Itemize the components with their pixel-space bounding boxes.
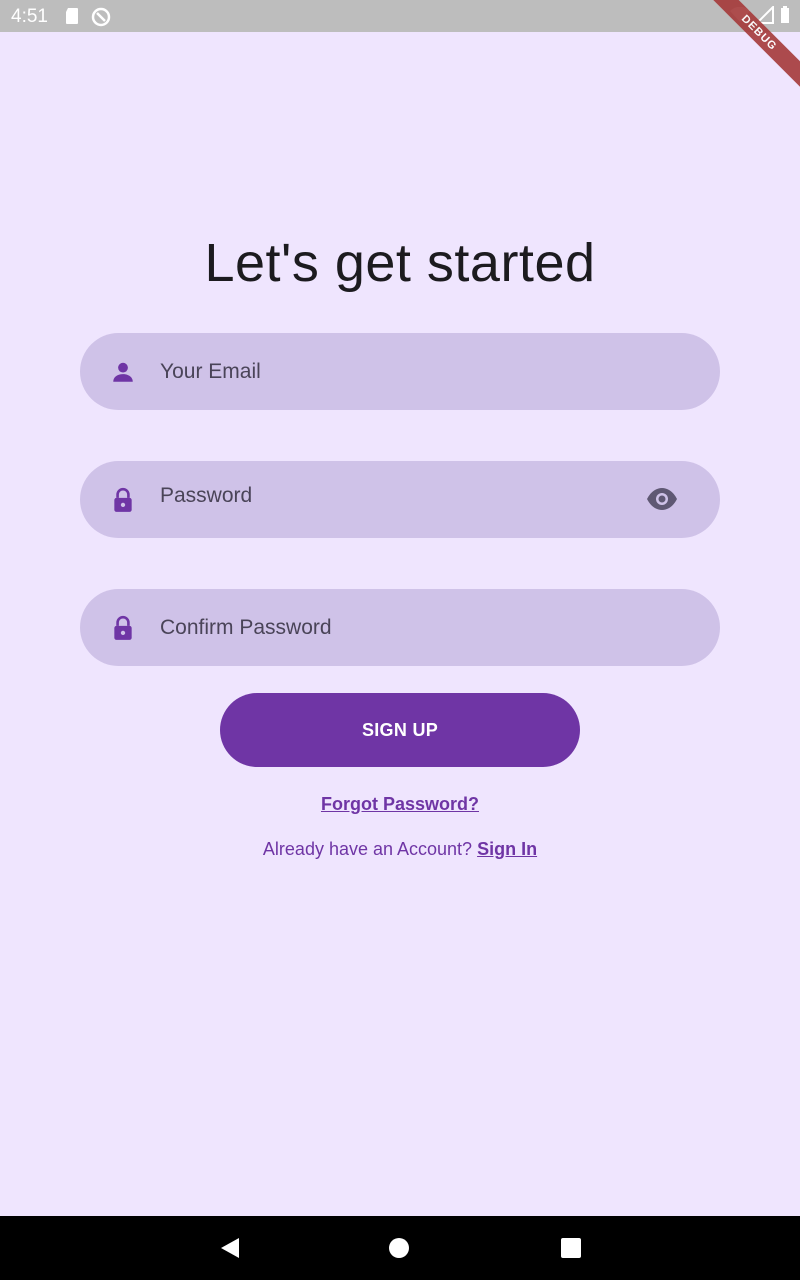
- password-input[interactable]: [160, 457, 640, 534]
- confirm-password-input[interactable]: [160, 589, 640, 666]
- email-field[interactable]: [80, 333, 720, 410]
- status-time: 4:51: [11, 6, 48, 27]
- battery-icon: [780, 6, 790, 29]
- signin-row: Already have an Account? Sign In: [0, 839, 800, 860]
- lock-icon: [110, 615, 136, 641]
- recents-icon[interactable]: [560, 1236, 582, 1265]
- signin-link[interactable]: Sign In: [477, 839, 537, 859]
- sd-card-icon: [64, 7, 80, 30]
- home-icon[interactable]: [388, 1236, 410, 1265]
- account-prompt: Already have an Account?: [262, 839, 478, 859]
- wifi-icon: [730, 6, 750, 28]
- signup-button[interactable]: SIGN UP: [220, 693, 580, 767]
- lock-icon: [110, 487, 136, 513]
- navigation-bar: [0, 1216, 800, 1280]
- confirm-password-field[interactable]: [80, 589, 720, 666]
- person-icon: [110, 359, 136, 385]
- page-title: Let's get started: [204, 233, 596, 293]
- email-input[interactable]: [160, 333, 640, 410]
- status-bar: 4:51: [0, 0, 800, 32]
- forgot-password-link[interactable]: Forgot Password?: [0, 794, 800, 815]
- status-indicators: [730, 4, 790, 29]
- sync-icon: [91, 7, 111, 32]
- signal-icon: [754, 4, 774, 29]
- back-icon[interactable]: [219, 1236, 241, 1265]
- password-field[interactable]: [80, 457, 720, 538]
- eye-icon[interactable]: [646, 487, 678, 511]
